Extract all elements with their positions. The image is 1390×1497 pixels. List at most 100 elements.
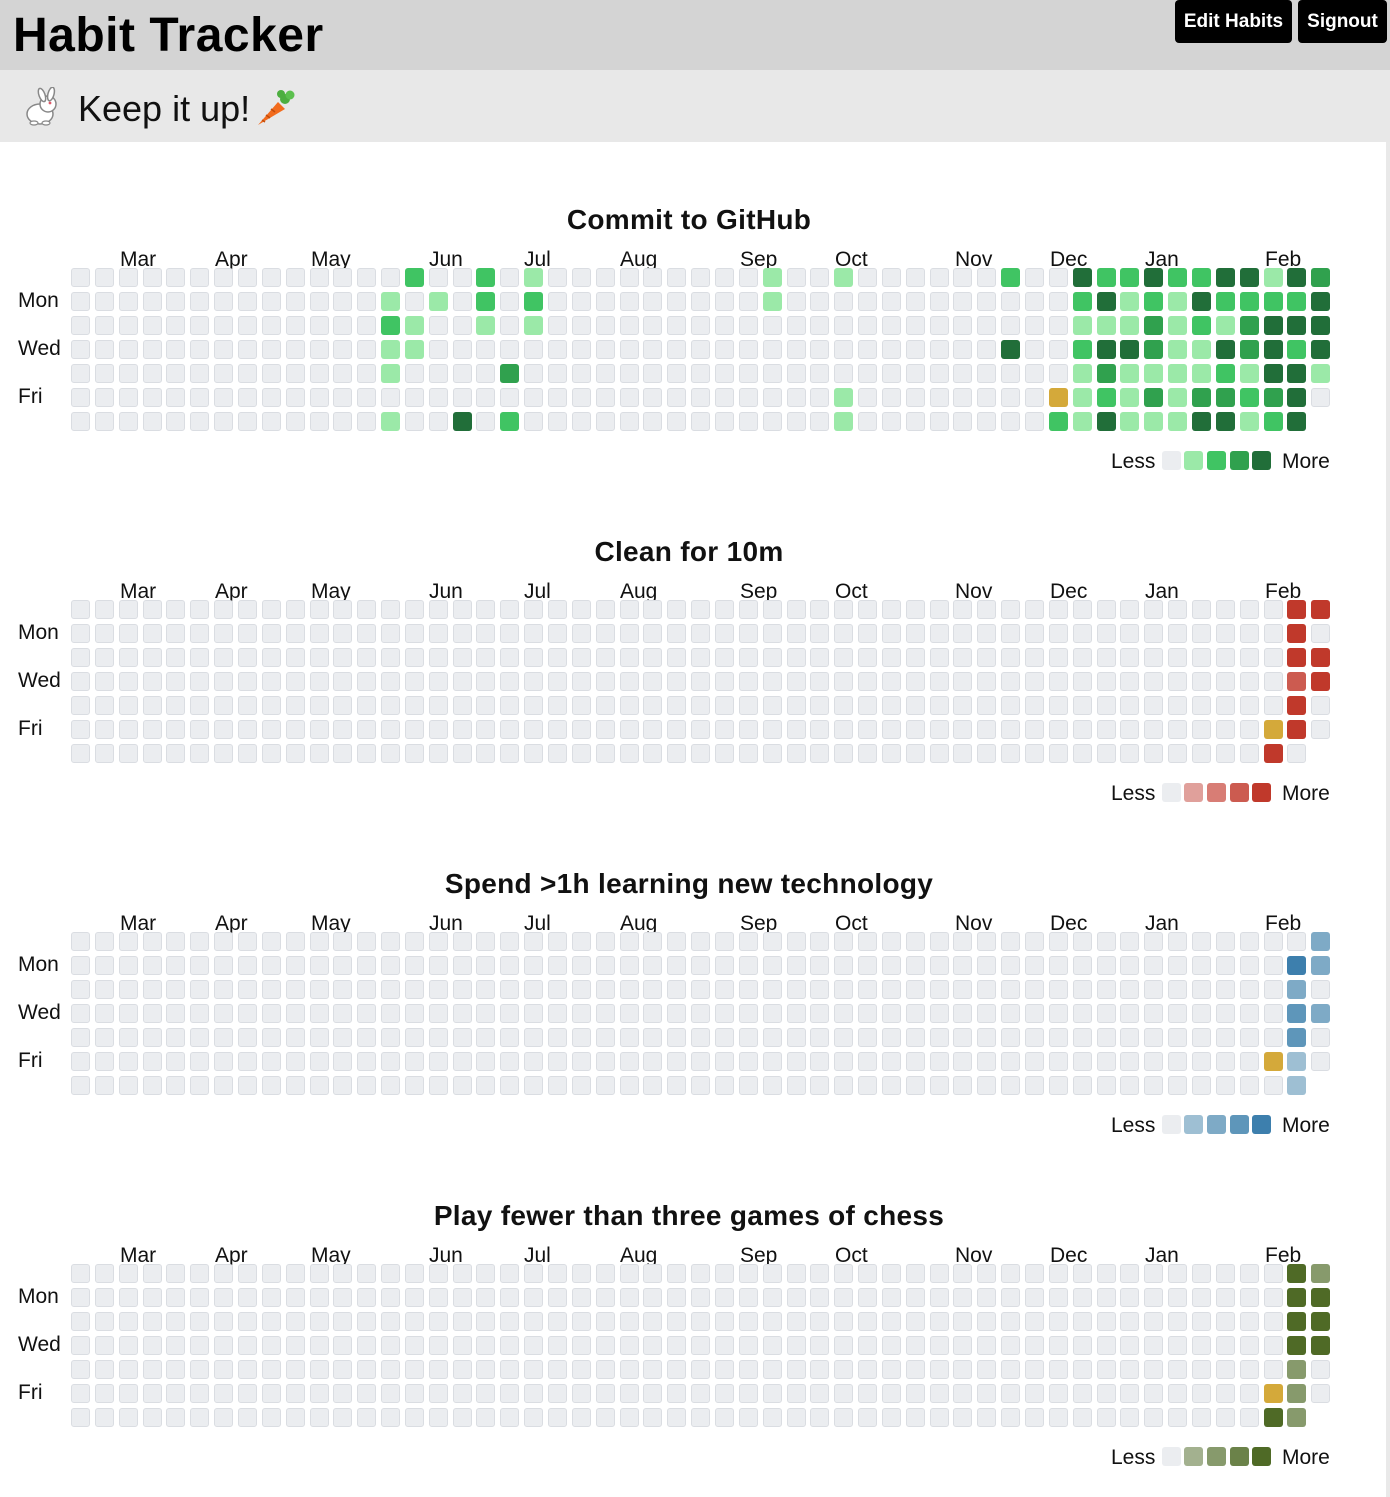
day-cell[interactable]: [1264, 648, 1283, 667]
day-cell[interactable]: [572, 720, 591, 739]
day-cell[interactable]: [1192, 1028, 1211, 1047]
day-cell[interactable]: [691, 624, 710, 643]
day-cell[interactable]: [548, 1076, 567, 1095]
day-cell[interactable]: [834, 1052, 853, 1071]
day-cell[interactable]: [930, 624, 949, 643]
day-cell[interactable]: [787, 648, 806, 667]
day-cell[interactable]: [500, 744, 519, 763]
day-cell[interactable]: [930, 1336, 949, 1355]
day-cell[interactable]: [787, 292, 806, 311]
day-cell[interactable]: [357, 696, 376, 715]
day-cell[interactable]: [1097, 1336, 1116, 1355]
day-cell[interactable]: [858, 1028, 877, 1047]
day-cell[interactable]: [1097, 268, 1116, 287]
day-cell[interactable]: [715, 388, 734, 407]
day-cell[interactable]: [977, 744, 996, 763]
day-cell[interactable]: [190, 720, 209, 739]
day-cell[interactable]: [1311, 340, 1330, 359]
day-cell[interactable]: [930, 1360, 949, 1379]
day-cell[interactable]: [1049, 672, 1068, 691]
day-cell[interactable]: [453, 1336, 472, 1355]
day-cell[interactable]: [1049, 1028, 1068, 1047]
day-cell[interactable]: [500, 340, 519, 359]
day-cell[interactable]: [1168, 1052, 1187, 1071]
day-cell[interactable]: [858, 340, 877, 359]
day-cell[interactable]: [143, 720, 162, 739]
day-cell[interactable]: [333, 1028, 352, 1047]
day-cell[interactable]: [906, 1004, 925, 1023]
day-cell[interactable]: [810, 1004, 829, 1023]
day-cell[interactable]: [1311, 1264, 1330, 1283]
day-cell[interactable]: [739, 340, 758, 359]
day-cell[interactable]: [1240, 720, 1259, 739]
day-cell[interactable]: [310, 1360, 329, 1379]
day-cell[interactable]: [238, 1076, 257, 1095]
day-cell[interactable]: [1168, 388, 1187, 407]
day-cell[interactable]: [548, 268, 567, 287]
day-cell[interactable]: [1216, 696, 1235, 715]
day-cell[interactable]: [1240, 1312, 1259, 1331]
day-cell[interactable]: [238, 672, 257, 691]
day-cell[interactable]: [524, 364, 543, 383]
day-cell[interactable]: [500, 600, 519, 619]
day-cell[interactable]: [381, 932, 400, 951]
day-cell[interactable]: [763, 648, 782, 667]
day-cell[interactable]: [143, 600, 162, 619]
day-cell[interactable]: [143, 1288, 162, 1307]
day-cell[interactable]: [119, 1336, 138, 1355]
day-cell[interactable]: [548, 1028, 567, 1047]
day-cell[interactable]: [572, 744, 591, 763]
day-cell[interactable]: [1287, 980, 1306, 999]
day-cell[interactable]: [119, 956, 138, 975]
day-cell[interactable]: [1240, 412, 1259, 431]
day-cell[interactable]: [262, 1408, 281, 1427]
day-cell[interactable]: [1073, 600, 1092, 619]
day-cell[interactable]: [524, 1004, 543, 1023]
day-cell[interactable]: [357, 600, 376, 619]
day-cell[interactable]: [95, 648, 114, 667]
day-cell[interactable]: [190, 672, 209, 691]
day-cell[interactable]: [858, 932, 877, 951]
day-cell[interactable]: [71, 1408, 90, 1427]
day-cell[interactable]: [834, 696, 853, 715]
day-cell[interactable]: [1264, 1408, 1283, 1427]
day-cell[interactable]: [429, 980, 448, 999]
day-cell[interactable]: [1049, 696, 1068, 715]
day-cell[interactable]: [620, 268, 639, 287]
day-cell[interactable]: [333, 1264, 352, 1283]
day-cell[interactable]: [572, 1004, 591, 1023]
day-cell[interactable]: [1001, 364, 1020, 383]
day-cell[interactable]: [930, 720, 949, 739]
day-cell[interactable]: [977, 1384, 996, 1403]
day-cell[interactable]: [286, 412, 305, 431]
day-cell[interactable]: [453, 340, 472, 359]
day-cell[interactable]: [643, 956, 662, 975]
day-cell[interactable]: [357, 980, 376, 999]
day-cell[interactable]: [1311, 672, 1330, 691]
day-cell[interactable]: [1025, 364, 1044, 383]
day-cell[interactable]: [643, 1408, 662, 1427]
day-cell[interactable]: [882, 696, 901, 715]
day-cell[interactable]: [476, 1336, 495, 1355]
day-cell[interactable]: [1001, 1264, 1020, 1283]
day-cell[interactable]: [1216, 412, 1235, 431]
day-cell[interactable]: [858, 388, 877, 407]
day-cell[interactable]: [572, 624, 591, 643]
day-cell[interactable]: [1001, 412, 1020, 431]
day-cell[interactable]: [1097, 624, 1116, 643]
day-cell[interactable]: [333, 1360, 352, 1379]
day-cell[interactable]: [286, 648, 305, 667]
day-cell[interactable]: [691, 316, 710, 335]
day-cell[interactable]: [1287, 600, 1306, 619]
day-cell[interactable]: [238, 1028, 257, 1047]
day-cell[interactable]: [1001, 932, 1020, 951]
day-cell[interactable]: [882, 672, 901, 691]
day-cell[interactable]: [620, 388, 639, 407]
day-cell[interactable]: [1216, 1264, 1235, 1283]
day-cell[interactable]: [596, 1312, 615, 1331]
day-cell[interactable]: [1287, 268, 1306, 287]
day-cell[interactable]: [453, 980, 472, 999]
day-cell[interactable]: [405, 1052, 424, 1071]
day-cell[interactable]: [1264, 340, 1283, 359]
day-cell[interactable]: [1144, 1312, 1163, 1331]
